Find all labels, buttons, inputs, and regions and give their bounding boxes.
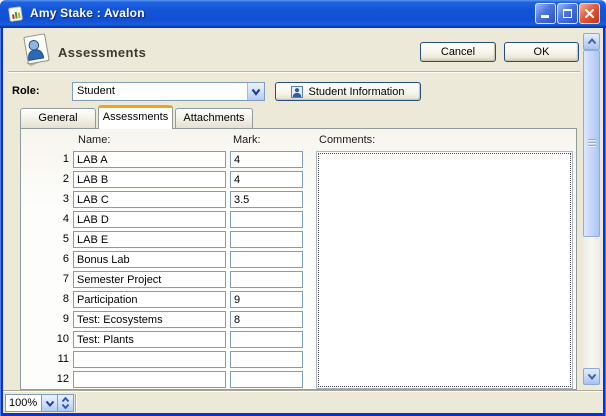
row-number: 7 (39, 273, 69, 285)
mark-input[interactable] (230, 351, 303, 368)
close-icon (584, 8, 595, 19)
minimize-icon (541, 15, 549, 18)
name-input[interactable] (73, 211, 226, 228)
row-number: 3 (39, 193, 69, 205)
student-information-button[interactable]: Student Information (275, 82, 421, 101)
name-input[interactable] (73, 151, 226, 168)
scrollbar-thumb[interactable] (583, 50, 600, 237)
app-icon (7, 5, 25, 23)
mark-input[interactable] (230, 271, 303, 288)
chevron-down-icon (586, 372, 598, 381)
comments-field (316, 151, 573, 389)
ok-button[interactable]: OK (504, 42, 579, 62)
row-number: 5 (39, 233, 69, 245)
page-title: Assessments (58, 45, 146, 60)
row-number: 4 (39, 213, 69, 225)
close-button[interactable] (579, 3, 600, 24)
mark-input[interactable] (230, 331, 303, 348)
header-separator (8, 71, 580, 73)
comments-label: Comments: (319, 134, 375, 146)
name-input[interactable] (73, 191, 226, 208)
row-number: 10 (39, 333, 69, 345)
student-information-label: Student Information (308, 86, 404, 98)
zoom-control: 100% (5, 394, 74, 412)
comments-textarea[interactable] (318, 153, 571, 387)
row-number: 9 (39, 313, 69, 325)
vertical-scrollbar[interactable] (583, 33, 600, 385)
tab-assessments[interactable]: Assessments (98, 105, 173, 129)
title-bar: Amy Stake : Avalon (0, 0, 606, 28)
mark-column-header: Mark: (233, 134, 261, 146)
chevron-up-icon (586, 37, 598, 46)
zoom-dropdown-button[interactable] (42, 394, 58, 412)
name-input[interactable] (73, 171, 226, 188)
row-number: 1 (39, 153, 69, 165)
scrollbar-grip (588, 139, 596, 148)
window-title: Amy Stake : Avalon (30, 6, 145, 20)
mark-input[interactable] (230, 311, 303, 328)
chevron-down-icon (45, 400, 55, 407)
role-select[interactable]: Student (72, 82, 265, 101)
assessments-person-card-icon (18, 32, 54, 71)
zoom-level-display[interactable]: 100% (5, 394, 42, 412)
assessments-tab-panel: Name: Mark: Comments: 1 2 3 4 (20, 128, 577, 390)
person-icon (291, 86, 303, 98)
row-number: 6 (39, 253, 69, 265)
row-number: 11 (39, 353, 69, 365)
name-input[interactable] (73, 351, 226, 368)
mark-input[interactable] (230, 191, 303, 208)
mark-input[interactable] (230, 171, 303, 188)
maximize-button[interactable] (557, 3, 578, 24)
maximize-icon (562, 8, 573, 19)
chevron-down-icon[interactable] (247, 83, 264, 100)
name-input[interactable] (73, 331, 226, 348)
tab-general[interactable]: General (20, 108, 96, 129)
role-select-value: Student (73, 83, 247, 100)
cancel-button[interactable]: Cancel (420, 42, 496, 62)
minimize-button[interactable] (535, 3, 556, 24)
scrollbar-down-button[interactable] (583, 368, 600, 385)
name-input[interactable] (73, 291, 226, 308)
dialog-window: Amy Stake : Avalon (0, 0, 606, 416)
name-input[interactable] (73, 371, 226, 388)
role-label: Role: (12, 85, 40, 97)
zoom-stepper[interactable] (58, 394, 74, 412)
dialog-content: Assessments Cancel OK Role: Student Stud… (3, 28, 603, 413)
row-number: 8 (39, 293, 69, 305)
mark-input[interactable] (230, 251, 303, 268)
name-input[interactable] (73, 251, 226, 268)
row-number: 2 (39, 173, 69, 185)
footer-divider (75, 394, 77, 412)
mark-input[interactable] (230, 371, 303, 388)
tab-attachments[interactable]: Attachments (175, 108, 253, 129)
mark-input[interactable] (230, 291, 303, 308)
name-input[interactable] (73, 231, 226, 248)
mark-input[interactable] (230, 231, 303, 248)
row-number: 12 (39, 373, 69, 385)
mark-input[interactable] (230, 211, 303, 228)
stepper-down-icon (61, 403, 70, 409)
name-column-header: Name: (78, 134, 110, 146)
name-input[interactable] (73, 311, 226, 328)
mark-input[interactable] (230, 151, 303, 168)
name-input[interactable] (73, 271, 226, 288)
scrollbar-up-button[interactable] (583, 33, 600, 50)
footer-separator (3, 390, 603, 392)
